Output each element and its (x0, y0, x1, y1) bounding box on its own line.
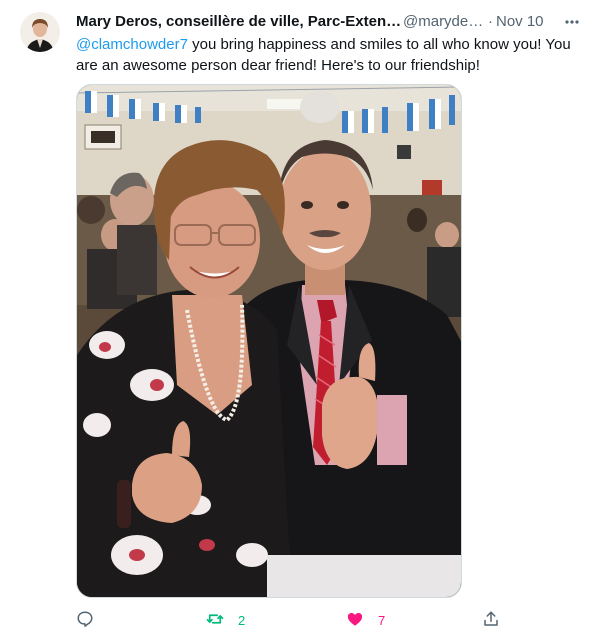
more-dots-icon[interactable] (562, 12, 584, 32)
retweet-button[interactable]: 2 (206, 608, 245, 632)
mention-link[interactable]: @clamchowder7 (76, 36, 188, 53)
reply-icon (76, 610, 94, 631)
tweet-date[interactable]: Nov 10 (496, 12, 544, 32)
retweet-icon (206, 610, 224, 631)
avatar-image (20, 12, 60, 52)
tweet-text: @clamchowder7 you bring happiness and sm… (76, 34, 581, 76)
tweet-header: Mary Deros, conseillère de ville, Parc-E… (76, 12, 579, 32)
author-name[interactable]: Mary Deros, conseillère de ville, Parc-E… (76, 12, 401, 32)
separator-dot: · (488, 13, 493, 30)
retweet-count: 2 (238, 612, 246, 628)
heart-icon (346, 610, 364, 631)
share-icon (482, 610, 500, 631)
share-button[interactable] (482, 608, 500, 632)
avatar[interactable] (20, 12, 60, 52)
tweet-actions: 2 7 (76, 608, 506, 632)
like-button[interactable]: 7 (346, 608, 385, 632)
tweet-photo[interactable] (76, 84, 462, 598)
tweet-card[interactable]: Mary Deros, conseillère de ville, Parc-E… (0, 0, 598, 642)
photo-image (77, 85, 461, 597)
like-count: 7 (378, 612, 386, 628)
author-handle[interactable]: @maryde… (403, 12, 483, 32)
reply-button[interactable] (76, 608, 108, 632)
